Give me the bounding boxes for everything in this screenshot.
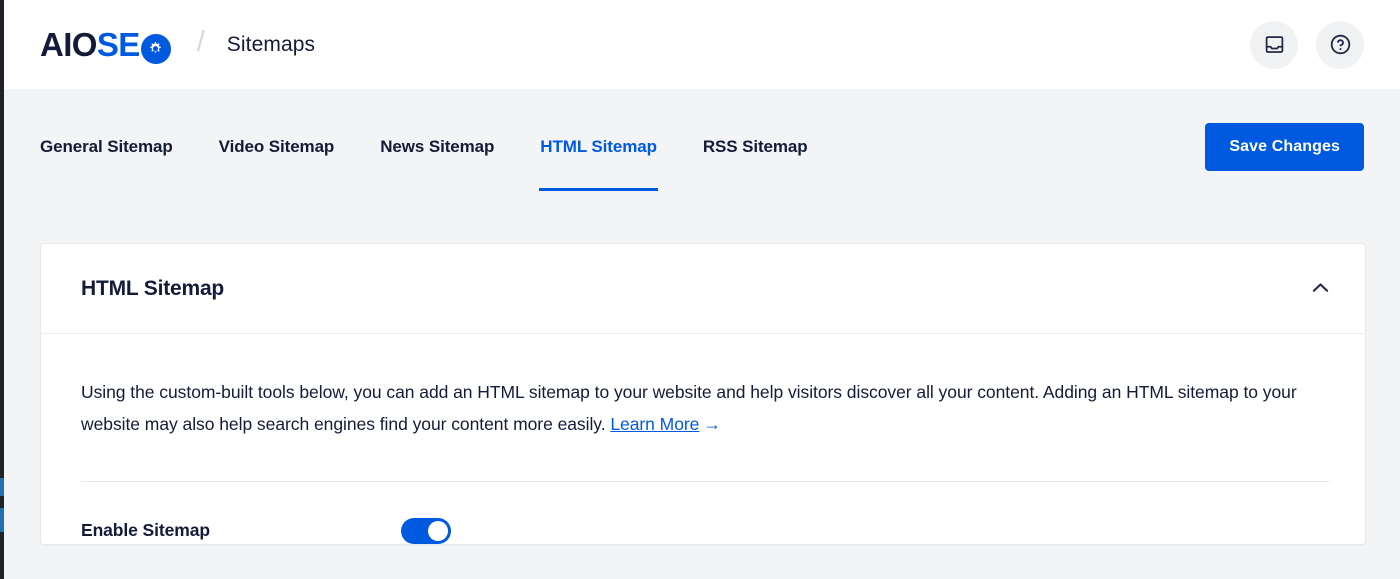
save-changes-button[interactable]: Save Changes [1205, 123, 1364, 171]
question-mark-circle-icon [1329, 33, 1352, 56]
app-header: AIO SE / Sitemaps [0, 0, 1400, 89]
breadcrumb: AIO SE / Sitemaps [40, 25, 316, 65]
wp-admin-sidebar-edge [0, 0, 4, 579]
card-header[interactable]: HTML Sitemap [41, 244, 1365, 334]
tab-html-sitemap[interactable]: HTML Sitemap [539, 137, 658, 191]
sidebar-highlight-mark [0, 508, 4, 532]
tab-general-sitemap[interactable]: General Sitemap [40, 137, 173, 191]
tab-list: General Sitemap Video Sitemap News Sitem… [40, 89, 808, 191]
html-sitemap-card: HTML Sitemap Using the custom-built tool… [40, 243, 1366, 545]
header-actions [1250, 20, 1364, 69]
logo-text-aio: AIO [40, 25, 97, 63]
tab-rss-sitemap[interactable]: RSS Sitemap [703, 137, 808, 191]
card-body: Using the custom-built tools below, you … [41, 334, 1365, 544]
arrow-right-icon: → [703, 414, 721, 435]
card-description: Using the custom-built tools below, you … [81, 376, 1325, 441]
enable-sitemap-row: Enable Sitemap [81, 482, 1325, 544]
sitemap-tabs-bar: General Sitemap Video Sitemap News Sitem… [0, 89, 1400, 191]
collapse-card-button[interactable] [1305, 274, 1335, 304]
inbox-icon [1264, 34, 1285, 55]
gear-in-circle-icon [140, 34, 171, 65]
logo-text-seo: SE [96, 25, 140, 63]
aioseo-logo[interactable]: AIO SE [40, 25, 171, 65]
breadcrumb-separator: / [196, 26, 205, 58]
tab-news-sitemap[interactable]: News Sitemap [380, 137, 494, 191]
toggle-knob [428, 520, 448, 541]
chevron-up-icon [1312, 281, 1329, 296]
enable-sitemap-toggle[interactable] [401, 517, 451, 544]
learn-more-link[interactable]: Learn More [610, 414, 699, 434]
enable-sitemap-label: Enable Sitemap [81, 520, 210, 541]
sidebar-highlight-mark [0, 478, 4, 496]
notifications-inbox-button[interactable] [1250, 20, 1298, 69]
page-title: Sitemaps [226, 32, 316, 56]
card-title: HTML Sitemap [81, 276, 225, 300]
help-button[interactable] [1316, 20, 1364, 69]
tab-video-sitemap[interactable]: Video Sitemap [219, 137, 335, 191]
